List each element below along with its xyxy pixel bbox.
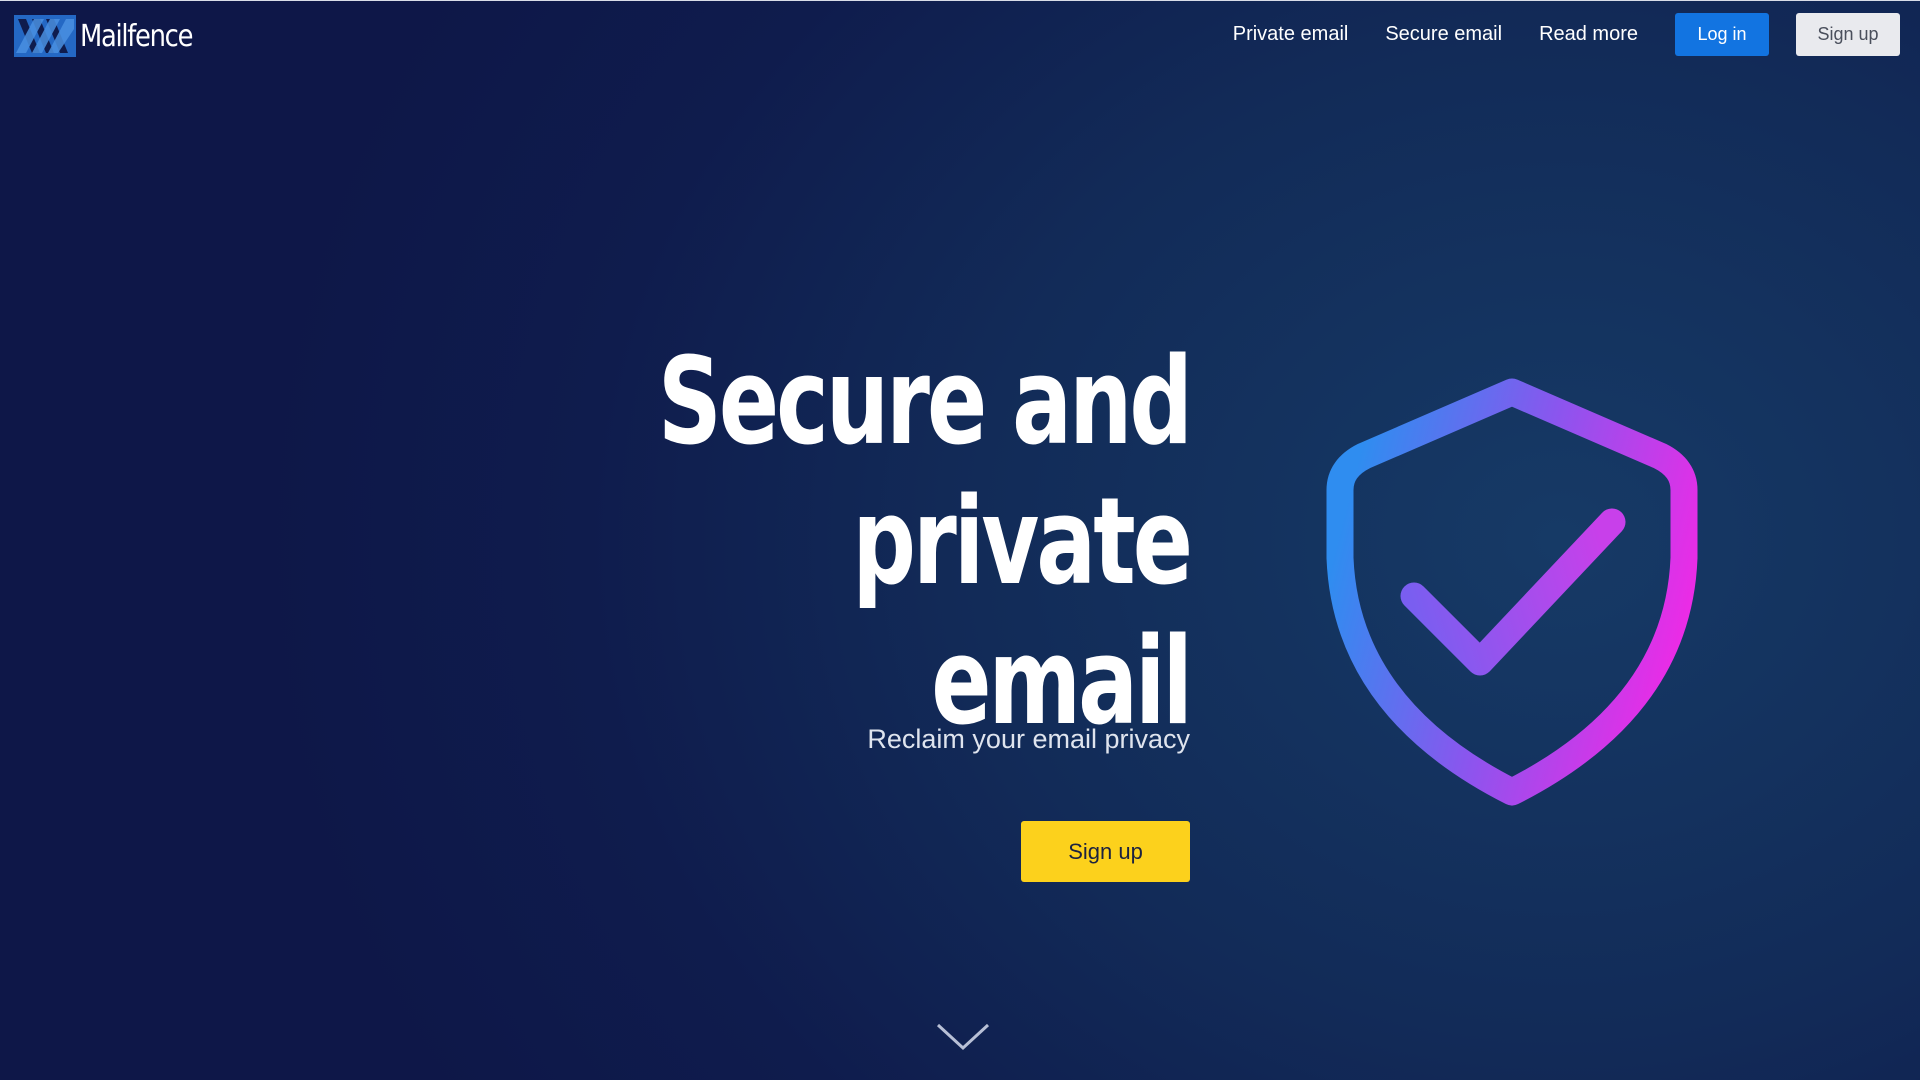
mailfence-logo-icon <box>14 15 76 57</box>
signup-cta-button[interactable]: Sign up <box>1021 821 1190 882</box>
nav-link-read-more[interactable]: Read more <box>1539 23 1638 46</box>
login-button[interactable]: Log in <box>1675 12 1769 56</box>
hero-subtitle: Reclaim your email privacy <box>867 724 1190 754</box>
shield-check-icon <box>1326 378 1698 806</box>
logo-wordmark: Mailfence <box>80 18 193 54</box>
site-header: Mailfence Private email Secure email Rea… <box>0 0 1920 72</box>
chevron-down-icon[interactable] <box>935 1020 991 1054</box>
top-nav: Private email Secure email Read more Log… <box>1233 12 1900 56</box>
signup-button-header[interactable]: Sign up <box>1796 12 1900 56</box>
nav-link-private-email[interactable]: Private email <box>1233 23 1349 46</box>
logo-link[interactable]: Mailfence <box>14 15 210 57</box>
hero-title-line1: Secure and private <box>657 333 1193 612</box>
hero-title: Secure and private email <box>450 333 1193 753</box>
nav-link-secure-email[interactable]: Secure email <box>1385 23 1502 46</box>
